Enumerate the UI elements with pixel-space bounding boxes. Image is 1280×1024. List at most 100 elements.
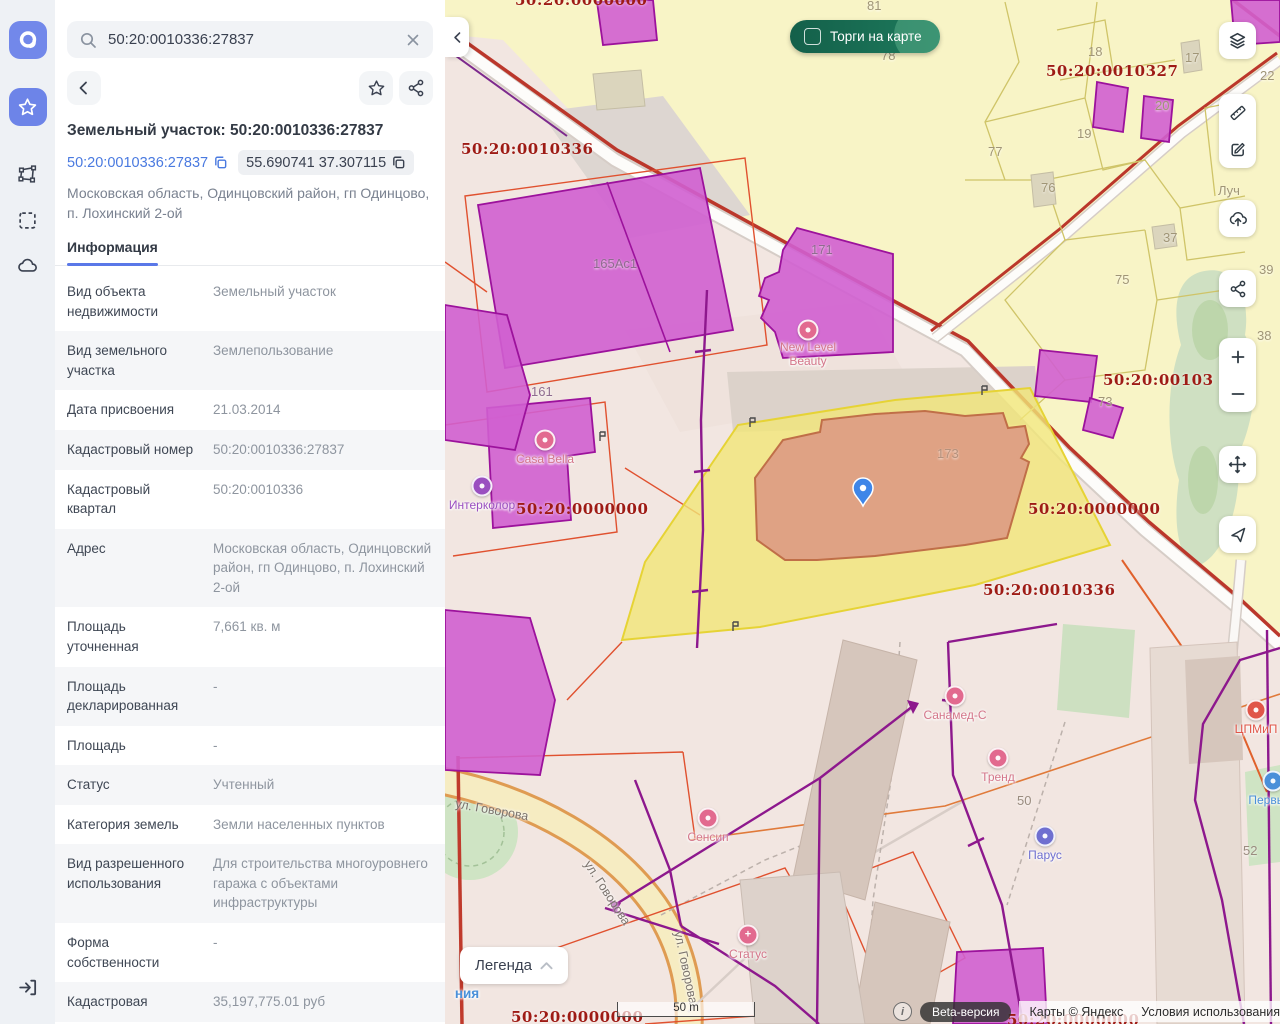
pan-mode-button[interactable] (1219, 446, 1256, 483)
trades-label: Торги на карте (830, 29, 922, 44)
favorite-button[interactable] (359, 71, 393, 105)
poi-marker[interactable] (698, 808, 719, 829)
info-row-value: 35,197,775.01 руб (213, 992, 433, 1012)
scale-bar: 50 m (617, 1002, 755, 1017)
info-row-value: Московская область, Одинцовский район, г… (213, 539, 433, 598)
cloud-icon (17, 255, 39, 277)
plus-icon (1229, 348, 1247, 366)
cadastral-quarter-label: 50:20:0010336 (461, 140, 593, 158)
info-row-label: Кадастровый номер (67, 440, 199, 460)
edit-icon (1229, 141, 1247, 159)
poi-marker[interactable] (535, 430, 556, 451)
info-row-value: Землепользование (213, 341, 433, 380)
map-viewport[interactable]: 50:20:0000000 50:20:0010327 50:20:001033… (445, 0, 1280, 1024)
terms-link[interactable]: Условия использования (1141, 1005, 1280, 1019)
building-number: 50 (1017, 793, 1031, 808)
tabs: Информация (55, 239, 445, 266)
parcel-number: 38 (1257, 328, 1271, 343)
share-button[interactable] (399, 71, 433, 105)
zoom-in-button[interactable] (1219, 338, 1256, 375)
search-icon (79, 31, 97, 49)
table-row: Площадь декларированная- (55, 667, 445, 726)
trades-checkbox[interactable] (804, 28, 821, 45)
info-row-label: Вид земельного участка (67, 341, 199, 380)
info-row-value: Для строительства многоуровнего гаража с… (213, 854, 433, 913)
chevron-left-icon (451, 31, 464, 44)
object-address: Московская область, Одинцовский район, г… (67, 184, 433, 223)
legend-button[interactable]: Легенда (460, 947, 568, 984)
draw-button[interactable] (1219, 131, 1256, 168)
layers-button[interactable] (1219, 22, 1256, 59)
poi-marker[interactable] (988, 748, 1009, 769)
sidebar-item-area-select[interactable] (9, 201, 47, 239)
ruler-icon (1229, 104, 1247, 122)
poi-label: Первым (1248, 794, 1280, 808)
area-name: Луч (1218, 183, 1240, 198)
tab-information[interactable]: Информация (67, 239, 158, 265)
copy-icon[interactable] (391, 155, 406, 170)
cadastral-number-chip[interactable]: 50:20:0010336:27837 (67, 150, 228, 175)
poi-label: New Level Beauty (774, 341, 842, 369)
info-row-label: Адрес (67, 539, 199, 598)
object-toolbar (67, 71, 433, 105)
measure-button[interactable] (1219, 94, 1256, 131)
collapse-panel-button[interactable] (445, 17, 469, 57)
info-row-value: 50:20:0010336:27837 (213, 440, 433, 460)
parcel-number: 37 (1163, 230, 1177, 245)
poi-marker[interactable]: + (738, 925, 759, 946)
info-row-label: Площадь декларированная (67, 677, 199, 716)
parcel-number: 22 (1260, 68, 1274, 83)
poi-marker[interactable] (798, 320, 819, 341)
table-row: Площадь- (55, 726, 445, 766)
upload-button[interactable] (1219, 200, 1256, 237)
chevron-up-icon (540, 961, 553, 970)
attribution-strip: Карты © Яндекс Условия использования (1019, 1001, 1280, 1022)
cloud-upload-icon (1228, 209, 1248, 229)
locate-me-button[interactable] (1219, 516, 1256, 553)
chips-row: 50:20:0010336:27837 55.690741 37.307115 (67, 150, 433, 175)
layers-icon (1228, 31, 1247, 50)
sidebar-item-cloud[interactable] (9, 247, 47, 285)
area-select-icon (17, 210, 38, 231)
poi-marker[interactable] (1246, 700, 1267, 721)
parcel-number: 77 (988, 144, 1002, 159)
cadastral-quarter-label: 50:20:0000000 (515, 0, 647, 9)
cadastral-number-text: 50:20:0010336:27837 (67, 155, 208, 171)
table-row: АдресМосковская область, Одинцовский рай… (55, 529, 445, 608)
search-input[interactable] (106, 30, 405, 49)
table-row: Форма собственности- (55, 923, 445, 982)
building-number: 171 (811, 242, 833, 257)
table-row: Категория земельЗемли населенных пунктов (55, 805, 445, 845)
back-button[interactable] (67, 71, 101, 105)
star-icon (367, 79, 386, 98)
draw-tools-group (1219, 94, 1256, 168)
info-icon[interactable]: i (893, 1002, 912, 1021)
coordinates-chip[interactable]: 55.690741 37.307115 (238, 150, 414, 175)
table-row: Кадастровая35,197,775.01 руб (55, 982, 445, 1022)
app-logo[interactable] (9, 21, 47, 59)
poi-marker[interactable] (945, 686, 966, 707)
copy-icon[interactable] (213, 155, 228, 170)
clear-search-icon[interactable] (405, 32, 421, 48)
login-button[interactable] (8, 968, 46, 1006)
sidebar-item-favorites[interactable] (9, 88, 47, 126)
maps-copyright[interactable]: Карты © Яндекс (1029, 1005, 1123, 1019)
search-bar[interactable] (67, 21, 433, 58)
poi-label: Интерколор (449, 499, 515, 513)
app-rail (0, 0, 55, 1024)
share-map-button[interactable] (1219, 270, 1256, 307)
sidebar-item-polygon-select[interactable] (9, 155, 47, 193)
beta-badge: Beta-версия (920, 1002, 1011, 1022)
poi-marker[interactable] (1035, 826, 1056, 847)
table-row: Вид разрешенного использованияДля строит… (55, 844, 445, 923)
poi-label: Санамед-С (923, 709, 986, 723)
parcel-number: 19 (1077, 126, 1091, 141)
building-number: 165Ас1 (593, 256, 637, 271)
trades-on-map-toggle[interactable]: Торги на карте (790, 20, 940, 53)
move-icon (1228, 455, 1247, 474)
zoom-out-button[interactable] (1219, 375, 1256, 412)
poi-marker[interactable] (1263, 771, 1280, 792)
info-row-label: Форма собственности (67, 933, 199, 972)
poi-label: ЦПМиП (1235, 723, 1278, 737)
poi-marker[interactable] (472, 476, 493, 497)
